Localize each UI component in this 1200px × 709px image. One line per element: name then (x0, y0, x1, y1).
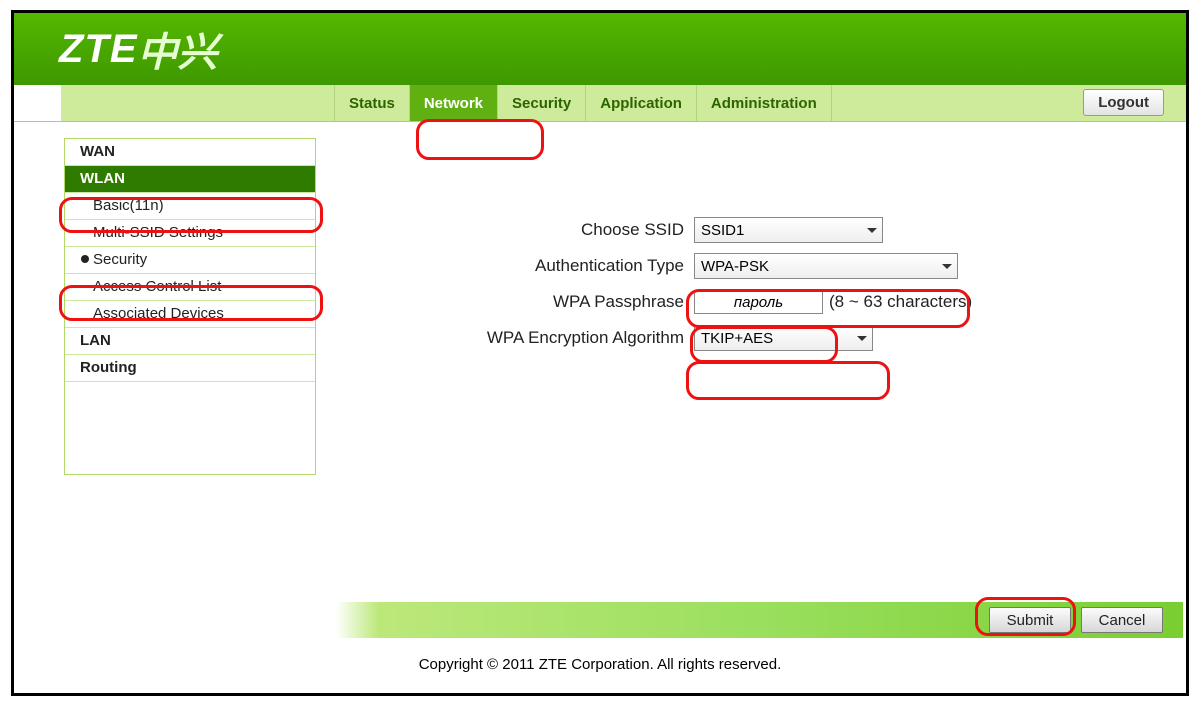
select-choose-ssid-value: SSID1 (701, 222, 744, 239)
hint-passphrase: (8 ~ 63 characters) (829, 292, 972, 312)
row-choose-ssid: Choose SSID SSID1 (344, 212, 1186, 248)
tab-network[interactable]: Network (410, 85, 498, 121)
content-panel: Choose SSID SSID1 Authentication Type WP… (344, 122, 1186, 592)
sidebar-item-basic[interactable]: Basic(11n) (65, 193, 315, 220)
label-auth-type: Authentication Type (344, 256, 694, 276)
tab-security[interactable]: Security (498, 85, 586, 121)
row-auth-type: Authentication Type WPA-PSK (344, 248, 1186, 284)
sidebar-item-multi-ssid[interactable]: Multi-SSID Settings (65, 220, 315, 247)
tab-application[interactable]: Application (586, 85, 697, 121)
tab-administration[interactable]: Administration (697, 85, 832, 121)
cancel-button[interactable]: Cancel (1081, 607, 1163, 633)
sidebar-item-routing[interactable]: Routing (65, 355, 315, 382)
brand-logo-en: ZTE (59, 27, 138, 72)
sidebar-item-security[interactable]: Security (65, 247, 315, 274)
router-admin-window: ZTE中兴 Status Network Security Applicatio… (11, 10, 1189, 696)
sidebar-gutter (14, 122, 61, 592)
label-enc-algo: WPA Encryption Algorithm (344, 328, 694, 348)
sidebar-item-security-label: Security (93, 251, 147, 268)
bullet-icon (81, 255, 89, 263)
sidebar: WAN WLAN Basic(11n) Multi-SSID Settings … (64, 138, 316, 475)
logout-button[interactable]: Logout (1083, 89, 1164, 116)
select-auth-type-value: WPA-PSK (701, 258, 769, 275)
select-auth-type[interactable]: WPA-PSK (694, 253, 958, 279)
label-choose-ssid: Choose SSID (344, 220, 694, 240)
top-tabs: Status Network Security Application Admi… (14, 85, 1186, 122)
body-area: WAN WLAN Basic(11n) Multi-SSID Settings … (14, 122, 1186, 592)
sidebar-item-lan[interactable]: LAN (65, 328, 315, 355)
sidebar-item-wlan[interactable]: WLAN (65, 166, 315, 193)
label-passphrase: WPA Passphrase (344, 292, 694, 312)
row-passphrase: WPA Passphrase (8 ~ 63 characters) (344, 284, 1186, 320)
copyright-text: Copyright © 2011 ZTE Corporation. All ri… (14, 656, 1186, 673)
select-enc-algo[interactable]: TKIP+AES (694, 325, 873, 351)
sidebar-item-acl[interactable]: Access Control List (65, 274, 315, 301)
submit-button[interactable]: Submit (989, 607, 1071, 633)
sidebar-item-wan[interactable]: WAN (65, 139, 315, 166)
sidebar-item-associated-devices[interactable]: Associated Devices (65, 301, 315, 328)
tab-status[interactable]: Status (334, 85, 410, 121)
brand-logo-cn: 中兴 (138, 20, 218, 78)
input-passphrase[interactable] (694, 290, 823, 314)
header-bar: ZTE中兴 (14, 13, 1186, 85)
select-choose-ssid[interactable]: SSID1 (694, 217, 883, 243)
footer-action-bar: Submit Cancel (336, 602, 1183, 638)
select-enc-algo-value: TKIP+AES (701, 330, 773, 347)
row-enc-algo: WPA Encryption Algorithm TKIP+AES (344, 320, 1186, 356)
